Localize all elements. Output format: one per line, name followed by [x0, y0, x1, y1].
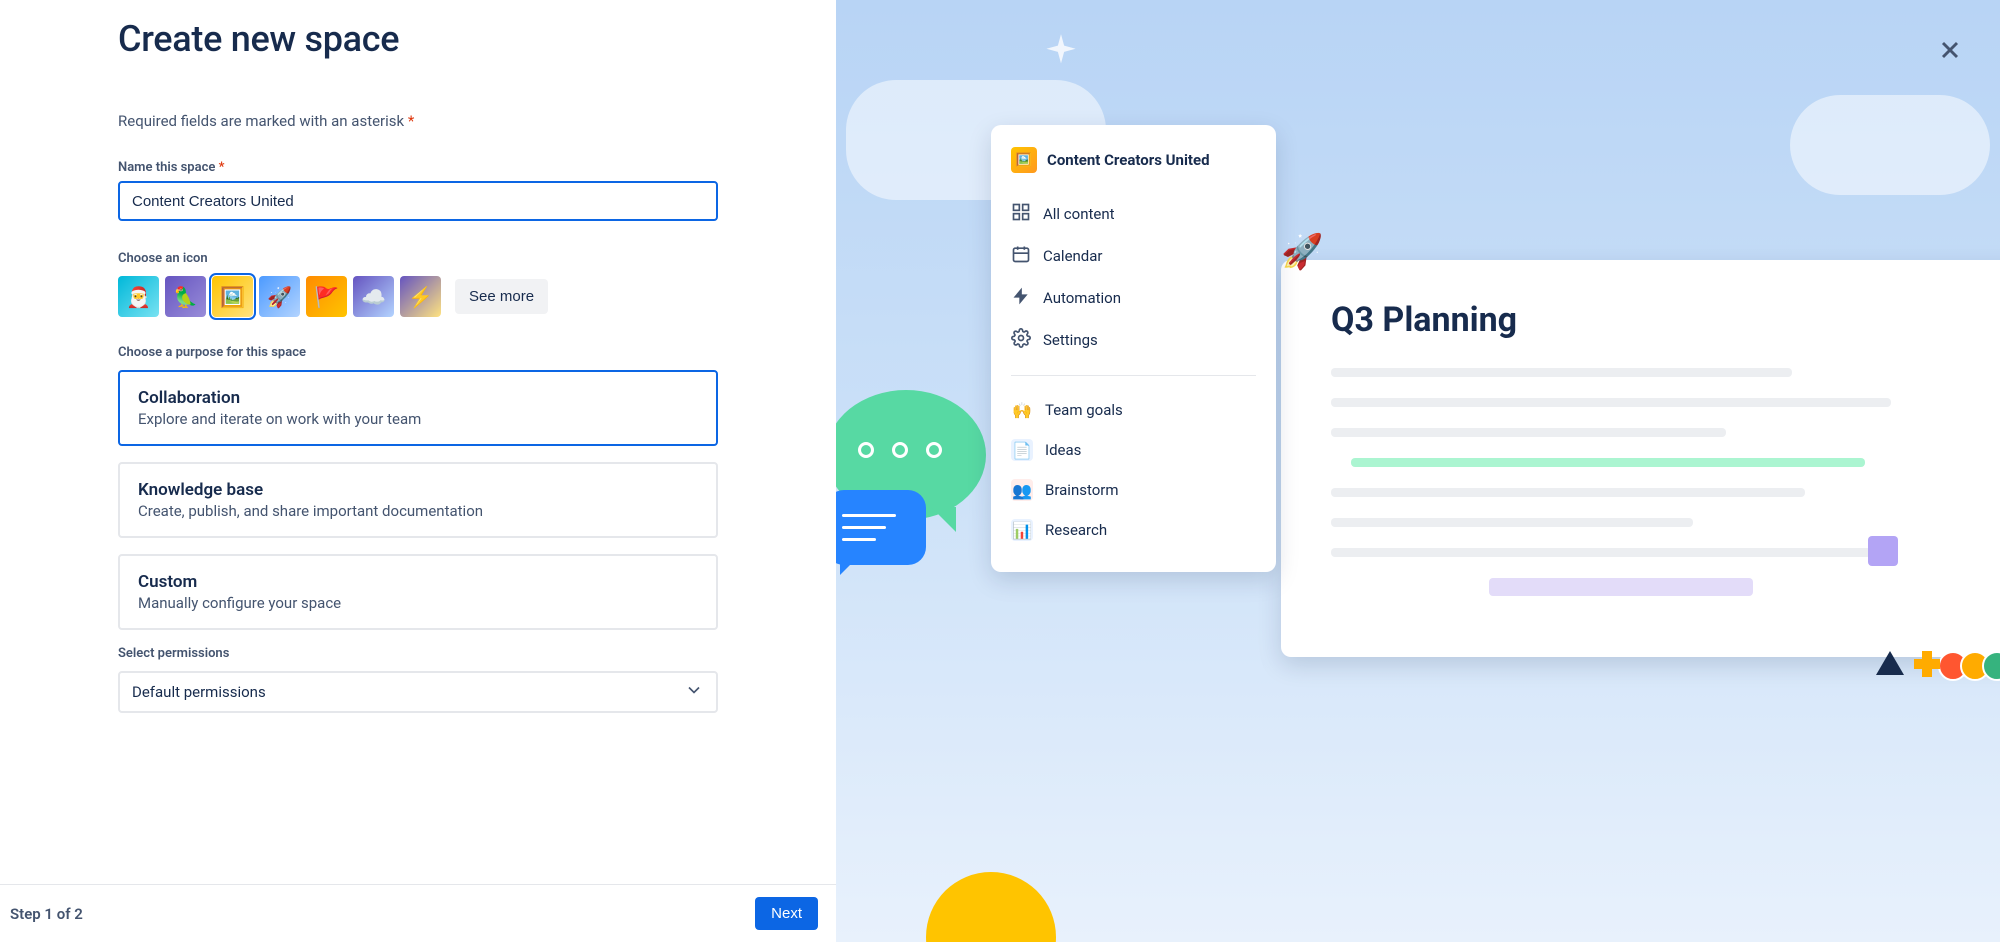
- close-button[interactable]: [1936, 36, 1964, 68]
- page-title: Create new space: [118, 18, 718, 60]
- purpose-option-collaboration[interactable]: Collaboration Explore and iterate on work…: [118, 370, 718, 446]
- preview-nav-label: Automation: [1043, 289, 1121, 307]
- bolt-icon[interactable]: ⚡: [400, 276, 441, 317]
- permissions-value: Default permissions: [132, 683, 266, 701]
- picture-icon[interactable]: 🖼️: [212, 276, 253, 317]
- purpose-desc: Manually configure your space: [138, 594, 698, 612]
- preview-nav-automation: Automation: [1011, 277, 1256, 319]
- space-icon-preview: 🖼️: [1011, 147, 1037, 173]
- page-emoji-icon: 👥: [1011, 479, 1033, 501]
- grid-icon: [1011, 202, 1031, 226]
- rocket-icon[interactable]: 🚀: [259, 276, 300, 317]
- bolt-icon: [1011, 286, 1031, 310]
- page-emoji-icon: 📄: [1011, 439, 1033, 461]
- preview-nav-settings: Settings: [1011, 319, 1256, 361]
- name-field-label: Name this space *: [118, 160, 718, 175]
- preview-nav-calendar: Calendar: [1011, 235, 1256, 277]
- purpose-desc: Explore and iterate on work with your te…: [138, 410, 698, 428]
- cloud-decoration: [1790, 95, 1990, 195]
- purpose-option-custom[interactable]: Custom Manually configure your space: [118, 554, 718, 630]
- purpose-option-knowledge-base[interactable]: Knowledge base Create, publish, and share…: [118, 462, 718, 538]
- icon-row: 🎅🦜🖼️🚀🚩☁️⚡ See more: [118, 276, 718, 317]
- preview-nav-label: Settings: [1043, 331, 1098, 349]
- rocket-icon: 🚀: [1281, 232, 1323, 272]
- triangle-decoration: [1876, 651, 1904, 675]
- preview-page-label: Ideas: [1045, 441, 1081, 459]
- required-fields-note: Required fields are marked with an aster…: [118, 112, 718, 130]
- flag-icon[interactable]: 🚩: [306, 276, 347, 317]
- chat-bubble-decoration: [836, 490, 926, 565]
- next-button[interactable]: Next: [755, 897, 818, 930]
- calendar-icon: [1011, 244, 1031, 268]
- preview-panel: 🖼️ Content Creators United All content Ca…: [836, 0, 2000, 942]
- preview-page-brainstorm: 👥 Brainstorm: [1011, 470, 1256, 510]
- space-preview-card: 🖼️ Content Creators United All content Ca…: [991, 125, 1276, 572]
- select-permissions-label: Select permissions: [118, 646, 718, 661]
- choose-icon-label: Choose an icon: [118, 251, 718, 266]
- purpose-title: Custom: [138, 572, 698, 592]
- preview-page-label: Brainstorm: [1045, 481, 1119, 499]
- page-emoji-icon: 🙌: [1011, 399, 1033, 421]
- space-name-input[interactable]: [118, 181, 718, 221]
- parrot-icon[interactable]: 🦜: [165, 276, 206, 317]
- plus-decoration: [1914, 651, 1940, 677]
- preview-page-team-goals: 🙌 Team goals: [1011, 390, 1256, 430]
- step-indicator: Step 1 of 2: [10, 905, 83, 923]
- preview-nav-label: Calendar: [1043, 247, 1103, 265]
- doc-title: Q3 Planning: [1331, 300, 1990, 340]
- gear-icon: [1011, 328, 1031, 352]
- preview-nav-label: All content: [1043, 205, 1115, 223]
- purpose-desc: Create, publish, and share important doc…: [138, 502, 698, 520]
- purpose-title: Knowledge base: [138, 480, 698, 500]
- preview-page-ideas: 📄 Ideas: [1011, 430, 1256, 470]
- circle-decoration: [926, 872, 1056, 942]
- cloud-icon[interactable]: ☁️: [353, 276, 394, 317]
- santa-icon[interactable]: 🎅: [118, 276, 159, 317]
- purpose-title: Collaboration: [138, 388, 698, 408]
- preview-nav-all-content: All content: [1011, 193, 1256, 235]
- choose-purpose-label: Choose a purpose for this space: [118, 345, 718, 360]
- permissions-select[interactable]: Default permissions: [118, 671, 718, 713]
- wizard-footer: Step 1 of 2 Next: [0, 884, 836, 942]
- space-name-preview: Content Creators United: [1047, 151, 1210, 169]
- preview-page-label: Research: [1045, 521, 1107, 539]
- see-more-icons-button[interactable]: See more: [455, 279, 548, 314]
- preview-page-research: 📊 Research: [1011, 510, 1256, 550]
- chevron-down-icon: [684, 680, 704, 704]
- sparkle-icon: [1036, 30, 1086, 84]
- preview-page-label: Team goals: [1045, 401, 1123, 419]
- doc-preview-card: 🚀 Q3 Planning: [1281, 260, 2000, 657]
- page-emoji-icon: 📊: [1011, 519, 1033, 541]
